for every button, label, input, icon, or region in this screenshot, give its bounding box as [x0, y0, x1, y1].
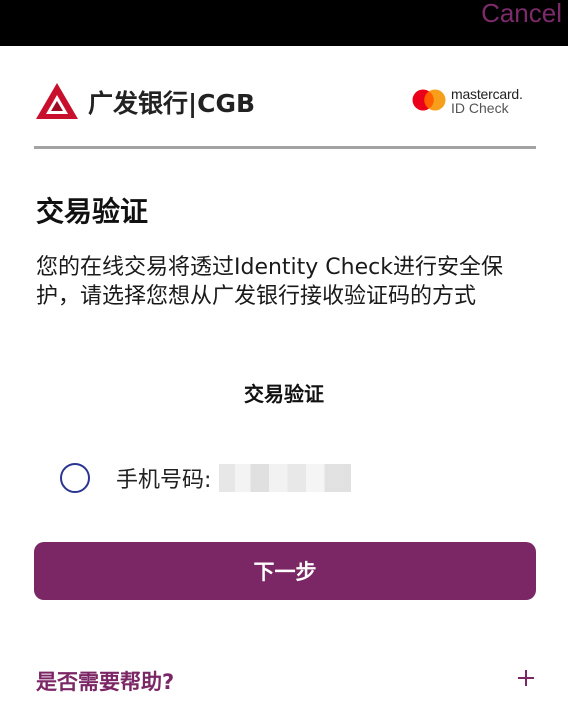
help-label: 是否需要帮助? — [36, 670, 175, 694]
phone-option-label: 手机号码: — [116, 468, 212, 493]
cancel-button[interactable]: Cancel — [481, 0, 562, 28]
mastercard-brand: mastercard. — [451, 86, 523, 102]
bank-name: 广发银行|CGB — [88, 89, 256, 118]
mastercard-branding: mastercard. ID Check — [412, 86, 523, 116]
phone-radio[interactable] — [60, 463, 90, 493]
description-text: 您的在线交易将透过Identity Check进行安全保护，请选择您想从广发银行… — [36, 255, 503, 309]
page-title: 交易验证 — [36, 195, 149, 228]
id-check-label: ID Check — [451, 100, 509, 116]
phone-option[interactable]: 手机号码: — [60, 462, 352, 494]
header-divider — [34, 146, 536, 149]
masked-phone-number — [219, 464, 352, 492]
plus-icon[interactable] — [516, 668, 536, 688]
help-accordion[interactable]: 是否需要帮助? — [34, 664, 536, 696]
mastercard-logo-icon — [412, 89, 446, 111]
cgb-logo-icon — [36, 83, 78, 119]
bank-branding: 广发银行|CGB — [36, 82, 255, 122]
next-button[interactable]: 下一步 — [34, 542, 536, 600]
top-bar: Cancel — [0, 0, 568, 46]
section-title: 交易验证 — [244, 382, 324, 406]
